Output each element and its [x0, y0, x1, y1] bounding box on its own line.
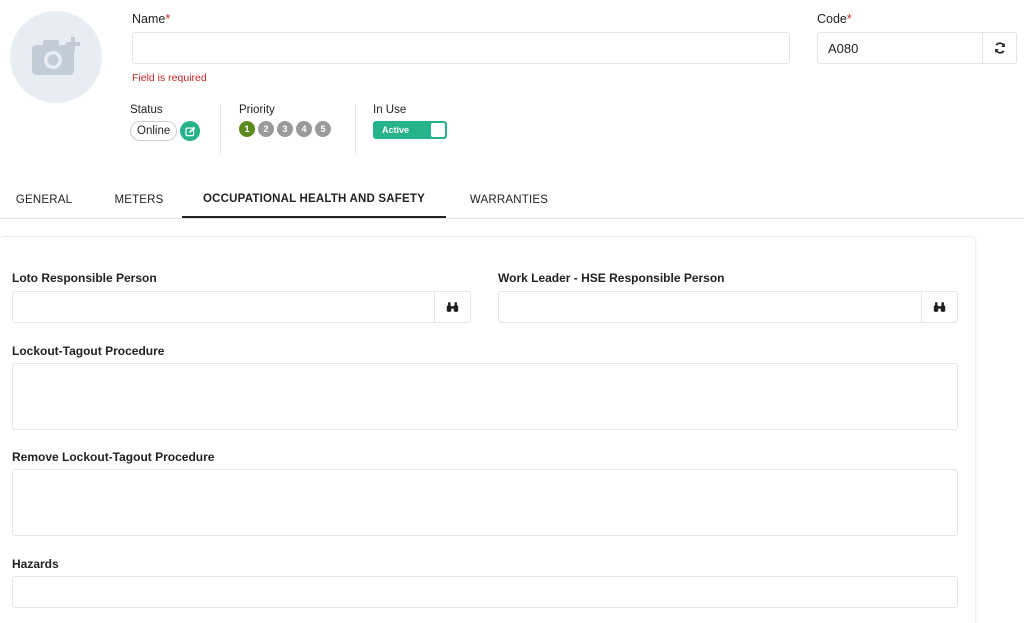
work-leader-input[interactable] [499, 292, 921, 322]
inuse-toggle[interactable]: Active [373, 121, 447, 139]
inuse-label: In Use [373, 104, 407, 116]
refresh-code-button[interactable] [982, 33, 1016, 63]
loto-lookup-button[interactable] [434, 292, 470, 322]
priority-selector: 12345 [239, 121, 334, 137]
name-label: Name* [132, 12, 171, 26]
priority-option-4[interactable]: 4 [296, 121, 312, 137]
refresh-icon [994, 42, 1005, 54]
remove-lockout-procedure-label: Remove Lockout-Tagout Procedure [12, 450, 215, 464]
code-field [817, 32, 1017, 64]
code-label: Code* [817, 12, 852, 26]
tab-warranties[interactable]: WARRANTIES [458, 181, 560, 218]
loto-responsible-input[interactable] [13, 292, 434, 322]
loto-responsible-field [12, 291, 471, 323]
tab-bar: GENERAL METERS OCCUPATIONAL HEALTH AND S… [0, 181, 1024, 219]
status-badge: Online [130, 121, 178, 141]
priority-option-3[interactable]: 3 [277, 121, 293, 137]
toggle-knob [431, 123, 445, 137]
work-leader-label: Work Leader - HSE Responsible Person [498, 271, 725, 285]
priority-option-1[interactable]: 1 [239, 121, 255, 137]
lockout-procedure-label: Lockout-Tagout Procedure [12, 344, 165, 358]
avatar-upload[interactable] [10, 11, 102, 103]
hazards-textarea[interactable] [12, 576, 958, 608]
priority-section: Priority 12345 [220, 104, 334, 154]
status-label: Status [130, 104, 163, 116]
lockout-procedure-textarea[interactable] [12, 363, 958, 430]
edit-icon [185, 126, 196, 136]
camera-plus-icon [32, 37, 80, 75]
inuse-section: In Use Active [355, 104, 447, 154]
edit-status-button[interactable] [180, 121, 201, 141]
code-input[interactable] [818, 33, 982, 63]
status-section: Status Online [130, 104, 201, 154]
inuse-toggle-label: Active [382, 125, 410, 135]
priority-label: Priority [239, 104, 275, 116]
required-mark: * [846, 12, 852, 26]
work-leader-field [498, 291, 958, 323]
tab-general[interactable]: GENERAL [0, 181, 88, 218]
remove-lockout-procedure-textarea[interactable] [12, 469, 958, 536]
tab-meters[interactable]: METERS [97, 181, 181, 218]
hazards-label: Hazards [12, 557, 59, 571]
name-error-message: Field is required [132, 72, 207, 84]
priority-option-5[interactable]: 5 [315, 121, 331, 137]
binoculars-icon [933, 302, 946, 312]
loto-responsible-label: Loto Responsible Person [12, 271, 157, 285]
priority-option-2[interactable]: 2 [258, 121, 274, 137]
binoculars-icon [446, 302, 459, 312]
name-input[interactable] [132, 32, 790, 64]
tab-occupational-health-and-safety[interactable]: OCCUPATIONAL HEALTH AND SAFETY [182, 181, 446, 218]
work-leader-lookup-button[interactable] [921, 292, 957, 322]
required-mark: * [165, 12, 171, 26]
